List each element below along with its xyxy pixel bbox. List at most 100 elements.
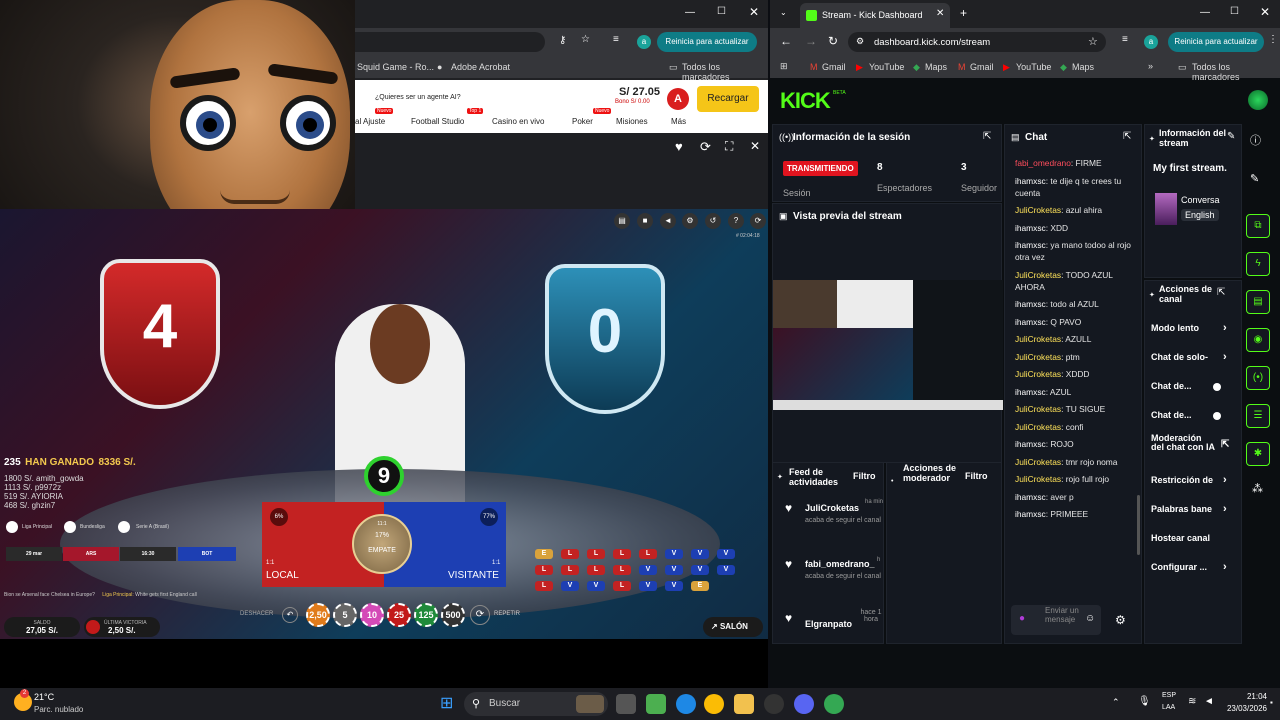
chat-username[interactable]: ihamxsc [1015,176,1046,186]
maximize-button[interactable]: ☐ [717,6,726,17]
lobby-icon[interactable]: ⟳ [750,213,766,229]
chat-username[interactable]: JuliCroketas [1015,352,1061,362]
chip-500[interactable]: 500 [441,603,465,627]
close-window-button[interactable]: ✕ [1260,5,1270,19]
windows-start-icon[interactable]: ⊞ [440,696,456,712]
bookmark-youtube-2[interactable]: YouTube [1016,62,1051,72]
channel-action-item[interactable]: Chat de... [1151,401,1239,430]
league-item[interactable]: Serie A (Brasil) [136,524,169,530]
activity-filter[interactable]: Filtro [853,471,876,481]
key-icon[interactable]: ⚷ [559,35,566,46]
all-bookmarks[interactable]: Todos los marcadores [1192,62,1280,82]
bookmark-squid[interactable]: Squid Game - Ro... [357,62,434,72]
kick-logo[interactable]: KICK [780,88,831,114]
explorer-icon[interactable] [734,694,754,714]
sound-icon[interactable]: ◄ [660,213,676,229]
nav-casino-vivo[interactable]: Casino en vivo [492,117,544,126]
nav-misiones[interactable]: Misiones [616,117,648,126]
mic-tray-icon[interactable]: 🎙 [1138,696,1151,707]
activity-user[interactable]: fabi_omedrano_ [805,559,875,569]
wrench-icon[interactable]: ✱ [1246,442,1270,466]
favorite-icon[interactable]: ♥ [675,139,683,154]
chrome-profile-icon[interactable] [824,694,844,714]
repeat-button[interactable]: REPETIR [494,611,520,617]
bookmark-gmail-2[interactable]: Gmail [970,62,994,72]
group-icon[interactable]: ⁂ [1252,482,1263,495]
obs-icon[interactable] [764,694,784,714]
reload-icon[interactable]: ↻ [828,34,838,48]
clock-time[interactable]: 21:04 [1219,692,1267,701]
channel-action-item[interactable]: Palabras bane › [1151,495,1239,524]
site-info-icon[interactable]: ⚙ [856,36,864,47]
forward-icon[interactable]: → [805,34,817,48]
close-game-icon[interactable]: ✕ [750,139,760,153]
undo-icon[interactable]: ↶ [282,607,298,623]
channel-action-item[interactable]: Configurar ... › [1151,553,1239,582]
promo-text[interactable]: ¿Quieres ser un agente AI? [375,94,461,101]
league-item[interactable]: Bundesliga [80,524,105,530]
match-away[interactable]: BOT [178,547,236,561]
clipboard-icon[interactable]: ▤ [1246,290,1270,314]
chat-scrollbar[interactable] [1137,495,1140,555]
all-bookmarks[interactable]: Todos los marcadores [682,62,768,82]
maximize-button[interactable]: ☐ [1230,6,1239,17]
url-field[interactable]: ⚙ dashboard.kick.com/stream ☆ [848,32,1106,52]
tray-arrow-icon[interactable]: ⌃ [1112,697,1120,708]
stream-preview[interactable] [773,280,1003,410]
profile-icon[interactable]: a [637,35,651,49]
broadcast-icon[interactable]: (•) [1246,366,1270,390]
mic-icon[interactable]: ● [1019,613,1025,624]
chat-username[interactable]: ihamxsc [1015,492,1046,502]
list-icon[interactable]: ☰ [1246,404,1270,428]
pencil-icon[interactable]: ✎ [1250,172,1259,185]
bet-empate[interactable]: 11:1 17% EMPATE [352,514,412,574]
chip-5[interactable]: 5 [333,603,357,627]
profile-icon[interactable]: a [1144,35,1158,49]
edit-icon[interactable]: ✎ [1227,131,1235,142]
refresh-icon[interactable]: ⟳ [700,139,711,155]
chat-username[interactable]: JuliCroketas [1015,270,1061,280]
tab-list-icon[interactable]: ⌄ [780,8,787,17]
settings-icon[interactable]: ⚙ [682,213,698,229]
chat-username[interactable]: fabi_omedrano [1015,158,1071,168]
close-window-button[interactable]: ✕ [749,5,759,19]
chat-username[interactable]: ihamxsc [1015,509,1046,519]
minimize-button[interactable]: — [685,7,695,18]
lang-code[interactable]: ESP [1162,692,1176,699]
close-tab-icon[interactable]: ✕ [936,8,944,19]
repeat-icon[interactable]: ⟳ [470,605,490,625]
taskbar-search[interactable]: ⚲ Buscar [464,692,608,716]
nav-mas[interactable]: Más [671,117,686,126]
minimize-button[interactable]: — [1200,7,1210,18]
chat-settings-icon[interactable]: ⚙ [1115,613,1126,627]
lobby-button[interactable]: ↗ SALÓN [703,617,763,637]
chat-username[interactable]: ihamxsc [1015,387,1046,397]
channel-action-item[interactable]: Hostear canal [1151,524,1239,553]
chip-10[interactable]: 10 [360,603,384,627]
back-icon[interactable]: ← [780,34,792,48]
recharge-button[interactable]: Recargar [697,86,759,112]
notifications-icon[interactable]: ▪ [1270,698,1273,707]
nav-poker[interactable]: Poker [572,117,593,126]
chat-input[interactable]: ● Enviar un mensaje ☺ [1011,605,1101,635]
task-view-icon[interactable] [616,694,636,714]
lightning-icon[interactable]: ϟ [1246,252,1270,276]
chat-username[interactable]: JuliCroketas [1015,422,1061,432]
popout-icon[interactable]: ⇱ [1217,287,1225,298]
chat-username[interactable]: ihamxsc [1015,240,1046,250]
playlist-icon[interactable]: ≡ [1122,34,1128,45]
update-button[interactable]: Reinicia para actualizar [657,32,757,52]
match-home[interactable]: ARS [63,547,119,561]
weather-temp[interactable]: 21°C [34,692,54,702]
help-icon[interactable]: ? [728,213,744,229]
bookmark-maps[interactable]: Maps [925,62,947,72]
star-icon[interactable]: ☆ [581,34,590,45]
channel-action-item[interactable]: Moderación del chat con IA ⇱ [1151,430,1239,459]
chip-25[interactable]: 25 [387,603,411,627]
minecraft-icon[interactable] [646,694,666,714]
user-avatar[interactable] [1248,90,1268,110]
undo-button[interactable]: DESHACER [240,611,273,617]
chip-2-50[interactable]: 2,50 [306,603,330,627]
update-button[interactable]: Reinicia para actualizar [1168,32,1264,52]
volume-icon[interactable]: ◄ [1204,696,1214,707]
